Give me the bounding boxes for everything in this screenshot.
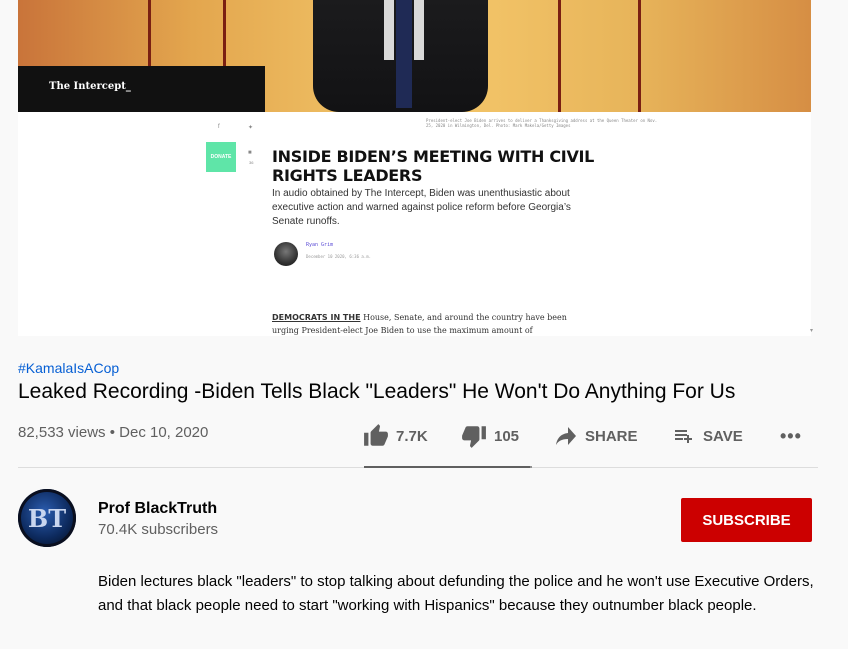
lede-lead: DEMOCRATS IN THE <box>272 313 361 322</box>
share-button[interactable]: SHARE <box>553 420 638 452</box>
shirt-collar <box>384 0 394 60</box>
channel-name[interactable]: Prof BlackTruth <box>98 500 217 518</box>
save-button[interactable]: SAVE <box>671 420 743 452</box>
channel-avatar[interactable]: BT <box>18 489 76 547</box>
dislike-button[interactable]: 105 <box>460 420 519 452</box>
facebook-icon: f <box>218 124 220 130</box>
share-icon <box>556 427 576 445</box>
dislike-count: 105 <box>494 427 520 445</box>
subscribe-button[interactable]: SUBSCRIBE <box>681 498 812 542</box>
photo-caption: President-elect Joe Biden arrives to del… <box>426 118 658 128</box>
thumbs-up-icon <box>364 424 388 446</box>
like-ratio-fill <box>364 466 530 468</box>
video-title: Leaked Recording -Biden Tells Black "Lea… <box>18 380 736 403</box>
article-title: INSIDE BIDEN’S MEETING WITH CIVIL RIGHTS… <box>272 147 595 185</box>
subscriber-count: 70.4K subscribers <box>98 521 219 538</box>
more-actions-button[interactable]: ••• <box>780 420 802 452</box>
intercept-logo: The Intercept_ <box>49 81 131 92</box>
video-description: Biden lectures black "leaders" to stop t… <box>98 573 814 614</box>
author-name: Ryan Grim <box>306 242 334 248</box>
like-count: 7.7K <box>396 427 428 445</box>
thumbs-down-icon <box>462 426 486 448</box>
share-label: SHARE <box>585 427 638 445</box>
article-date: December 10 2020, 6:36 a.m. <box>306 254 372 259</box>
shirt-collar <box>414 0 424 60</box>
curtain-stripe <box>638 0 641 112</box>
speaker-tie <box>396 0 412 108</box>
playlist-add-icon <box>675 430 692 443</box>
article-lede: DEMOCRATS IN THE House, Senate, and arou… <box>272 311 572 336</box>
more-icon: ••• <box>780 425 802 446</box>
video-player[interactable]: The Intercept_ President-elect Joe Biden… <box>18 0 811 336</box>
author-avatar <box>274 242 298 266</box>
comment-icon: ■ <box>248 150 252 156</box>
twitter-icon: ✦ <box>248 125 254 131</box>
hashtag-link[interactable]: #KamalaIsACop <box>18 360 119 376</box>
comment-count: 36 <box>249 160 254 165</box>
donate-button: DONATE <box>206 142 236 172</box>
curtain-stripe <box>558 0 561 112</box>
scroll-down-icon: ▾ <box>810 328 814 334</box>
save-label: SAVE <box>703 427 743 445</box>
article-dek: In audio obtained by The Intercept, Bide… <box>272 188 571 227</box>
like-button[interactable]: 7.7K <box>362 420 428 452</box>
view-count-date: 82,533 views • Dec 10, 2020 <box>18 424 209 441</box>
